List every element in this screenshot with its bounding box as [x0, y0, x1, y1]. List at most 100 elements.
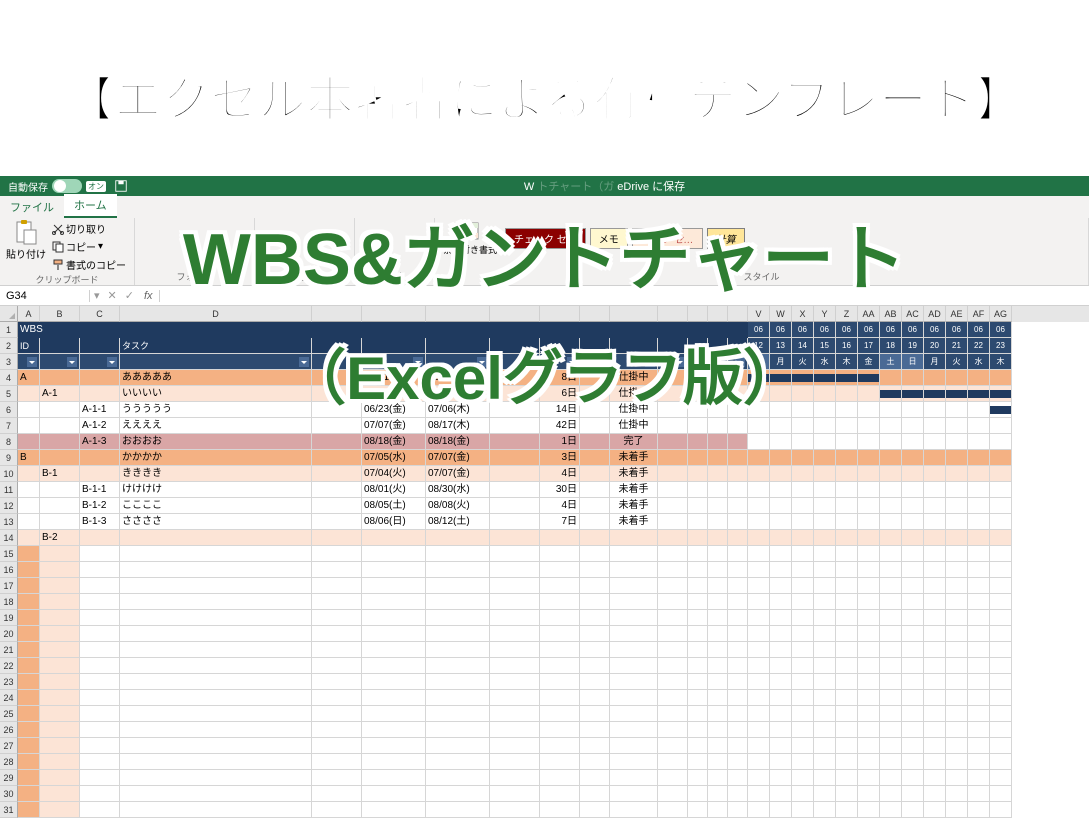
gantt-cell[interactable] — [946, 658, 968, 674]
gantt-cell[interactable] — [858, 642, 880, 658]
gantt-cell[interactable] — [902, 786, 924, 802]
cell[interactable] — [728, 514, 748, 530]
cell[interactable] — [610, 610, 658, 626]
column-header[interactable]: Y — [814, 306, 836, 322]
cell[interactable] — [540, 610, 580, 626]
cell[interactable]: B-2 — [40, 530, 80, 546]
row-header[interactable]: 11 — [0, 482, 18, 498]
gantt-cell[interactable]: 17 — [858, 338, 880, 354]
gantt-cell[interactable] — [814, 370, 836, 386]
cell[interactable] — [40, 354, 80, 370]
gantt-cell[interactable] — [990, 722, 1012, 738]
column-header[interactable]: B — [40, 306, 80, 322]
cell[interactable] — [490, 738, 540, 754]
gantt-cell[interactable] — [792, 610, 814, 626]
gantt-cell[interactable] — [836, 770, 858, 786]
cell[interactable] — [540, 754, 580, 770]
cell[interactable]: ええええ — [120, 418, 312, 434]
cell[interactable] — [312, 514, 362, 530]
gantt-cell[interactable] — [924, 402, 946, 418]
cell[interactable] — [18, 626, 40, 642]
cell[interactable] — [490, 562, 540, 578]
cell[interactable] — [40, 802, 80, 818]
cell[interactable] — [18, 530, 40, 546]
column-header[interactable] — [362, 306, 426, 322]
gantt-cell[interactable] — [968, 482, 990, 498]
gantt-cell[interactable] — [946, 402, 968, 418]
cell[interactable]: WBS — [18, 322, 312, 338]
gantt-cell[interactable] — [814, 546, 836, 562]
gantt-cell[interactable] — [990, 754, 1012, 770]
gantt-cell[interactable] — [792, 498, 814, 514]
gantt-cell[interactable] — [924, 370, 946, 386]
cancel-icon[interactable]: ✕ — [104, 289, 121, 302]
cell[interactable] — [540, 770, 580, 786]
cell[interactable] — [658, 690, 688, 706]
gantt-cell[interactable] — [770, 546, 792, 562]
gantt-cell[interactable] — [902, 674, 924, 690]
gantt-cell[interactable] — [990, 674, 1012, 690]
gantt-cell[interactable] — [946, 498, 968, 514]
cell[interactable]: ID — [18, 338, 40, 354]
gantt-cell[interactable] — [814, 786, 836, 802]
gantt-cell[interactable] — [924, 594, 946, 610]
gantt-cell[interactable] — [946, 578, 968, 594]
cell[interactable] — [728, 498, 748, 514]
cell[interactable]: 未着手 — [610, 450, 658, 466]
cell[interactable] — [120, 802, 312, 818]
gantt-cell[interactable] — [792, 738, 814, 754]
cell[interactable] — [610, 546, 658, 562]
gantt-cell[interactable] — [902, 706, 924, 722]
cell[interactable]: A-1-2 — [80, 418, 120, 434]
gantt-cell[interactable] — [990, 482, 1012, 498]
cell[interactable]: 未着手 — [610, 514, 658, 530]
cell[interactable] — [120, 578, 312, 594]
cell[interactable] — [610, 706, 658, 722]
cell[interactable]: タスク — [120, 338, 312, 354]
cell[interactable] — [40, 738, 80, 754]
gantt-cell[interactable] — [968, 642, 990, 658]
cell[interactable]: 30日 — [540, 482, 580, 498]
cell[interactable] — [708, 802, 728, 818]
gantt-cell[interactable] — [946, 738, 968, 754]
gantt-cell[interactable]: 木 — [990, 354, 1012, 370]
gantt-cell[interactable]: 水 — [968, 354, 990, 370]
cell[interactable] — [362, 658, 426, 674]
gantt-cell[interactable] — [836, 482, 858, 498]
cell[interactable] — [490, 706, 540, 722]
cell[interactable] — [312, 706, 362, 722]
cell[interactable] — [580, 642, 610, 658]
cell[interactable] — [362, 546, 426, 562]
cell[interactable] — [18, 706, 40, 722]
gantt-cell[interactable] — [924, 434, 946, 450]
cell[interactable] — [80, 610, 120, 626]
gantt-cell[interactable] — [748, 594, 770, 610]
column-header[interactable] — [688, 306, 708, 322]
column-header[interactable]: Z — [836, 306, 858, 322]
gantt-cell[interactable] — [924, 610, 946, 626]
cell[interactable] — [688, 434, 708, 450]
cell[interactable] — [540, 594, 580, 610]
gantt-cell[interactable]: 06 — [946, 322, 968, 338]
gantt-cell[interactable] — [748, 706, 770, 722]
gantt-cell[interactable] — [858, 562, 880, 578]
row-header[interactable]: 8 — [0, 434, 18, 450]
gantt-cell[interactable] — [770, 450, 792, 466]
cell[interactable] — [312, 610, 362, 626]
cell[interactable] — [40, 546, 80, 562]
gantt-cell[interactable] — [990, 498, 1012, 514]
cell[interactable] — [708, 626, 728, 642]
cell[interactable] — [658, 594, 688, 610]
gantt-cell[interactable] — [880, 690, 902, 706]
gantt-cell[interactable]: 21 — [946, 338, 968, 354]
cell[interactable] — [18, 754, 40, 770]
cell[interactable] — [688, 786, 708, 802]
gantt-cell[interactable] — [968, 418, 990, 434]
gantt-cell[interactable] — [902, 386, 924, 402]
gantt-cell[interactable] — [770, 530, 792, 546]
select-all-button[interactable] — [0, 306, 18, 322]
gantt-cell[interactable] — [968, 610, 990, 626]
cell[interactable] — [728, 466, 748, 482]
cell[interactable] — [708, 722, 728, 738]
cell[interactable] — [490, 610, 540, 626]
